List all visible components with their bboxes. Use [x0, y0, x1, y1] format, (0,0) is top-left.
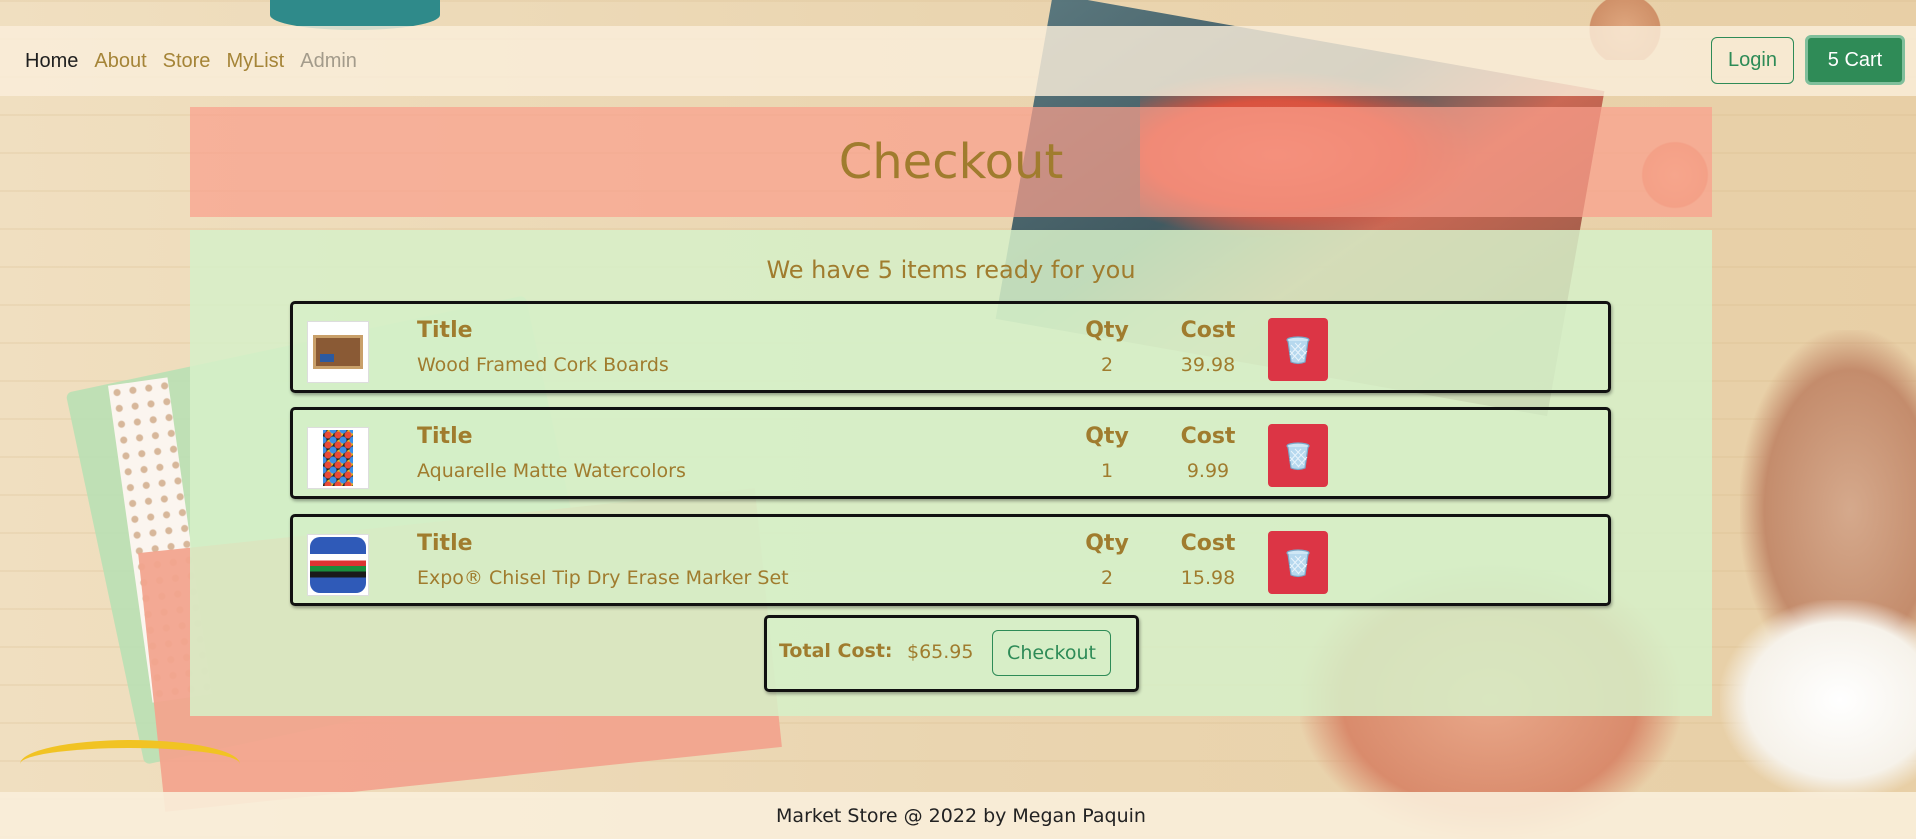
cork-board-image [313, 335, 363, 369]
page-header: Checkout [190, 107, 1712, 217]
footer-text: Market Store @ 2022 by Megan Paquin [776, 804, 1146, 827]
item-qty: 2 [1100, 354, 1114, 376]
nav-links: Home About Store MyList Admin [17, 50, 365, 73]
item-qty: 2 [1100, 567, 1114, 589]
marker-set-image [310, 537, 366, 593]
total-cost-value: $65.95 [907, 641, 974, 663]
cart-item: Title Expo® Chisel Tip Dry Erase Marker … [290, 514, 1611, 606]
nav-link-about[interactable]: About [86, 50, 154, 73]
navbar: Home About Store MyList Admin Login 5 Ca… [0, 26, 1916, 96]
item-cost: 39.98 [1180, 354, 1236, 376]
remove-item-button[interactable] [1268, 531, 1328, 594]
page-title: Checkout [838, 134, 1064, 190]
remove-item-button[interactable] [1268, 318, 1328, 381]
item-cost: 9.99 [1186, 460, 1230, 482]
item-cost: 15.98 [1180, 567, 1236, 589]
trash-icon [1286, 441, 1310, 470]
trash-icon [1286, 548, 1310, 577]
checkout-button[interactable]: Checkout [992, 630, 1111, 676]
nav-link-mylist[interactable]: MyList [218, 50, 292, 73]
total-summary: Total Cost: $65.95 Checkout [764, 615, 1139, 692]
background-yellow-string [20, 740, 240, 788]
trash-icon [1286, 335, 1310, 364]
footer: Market Store @ 2022 by Megan Paquin [0, 792, 1916, 839]
item-title: Expo® Chisel Tip Dry Erase Marker Set [417, 567, 789, 589]
cart-button[interactable]: 5 Cart [1805, 35, 1905, 85]
item-qty-label: Qty [1085, 424, 1129, 449]
background-wool-fluff [1720, 600, 1916, 800]
items-summary: We have 5 items ready for you [766, 256, 1136, 284]
remove-item-button[interactable] [1268, 424, 1328, 487]
item-title-label: Title [417, 531, 473, 556]
item-qty: 1 [1100, 460, 1114, 482]
watercolor-set-image [323, 430, 353, 486]
nav-link-admin[interactable]: Admin [292, 50, 365, 73]
cart-item: Title Wood Framed Cork Boards Qty 2 Cost… [290, 301, 1611, 393]
item-qty-label: Qty [1085, 531, 1129, 556]
item-qty-label: Qty [1085, 318, 1129, 343]
item-cost-label: Cost [1180, 424, 1236, 449]
checkout-panel: We have 5 items ready for you Title Wood… [190, 230, 1712, 716]
item-thumbnail [308, 535, 368, 595]
login-button[interactable]: Login [1711, 37, 1794, 84]
item-cost-label: Cost [1180, 531, 1236, 556]
item-title-label: Title [417, 424, 473, 449]
item-title: Aquarelle Matte Watercolors [417, 460, 686, 482]
item-thumbnail [308, 322, 368, 382]
total-cost-label: Total Cost: [779, 640, 893, 662]
nav-link-home[interactable]: Home [17, 50, 86, 73]
item-title: Wood Framed Cork Boards [417, 354, 669, 376]
nav-actions: Login 5 Cart [1711, 35, 1905, 85]
cart-item: Title Aquarelle Matte Watercolors Qty 1 … [290, 407, 1611, 499]
nav-link-store[interactable]: Store [155, 50, 219, 73]
item-thumbnail [308, 428, 368, 488]
item-cost-label: Cost [1180, 318, 1236, 343]
item-title-label: Title [417, 318, 473, 343]
